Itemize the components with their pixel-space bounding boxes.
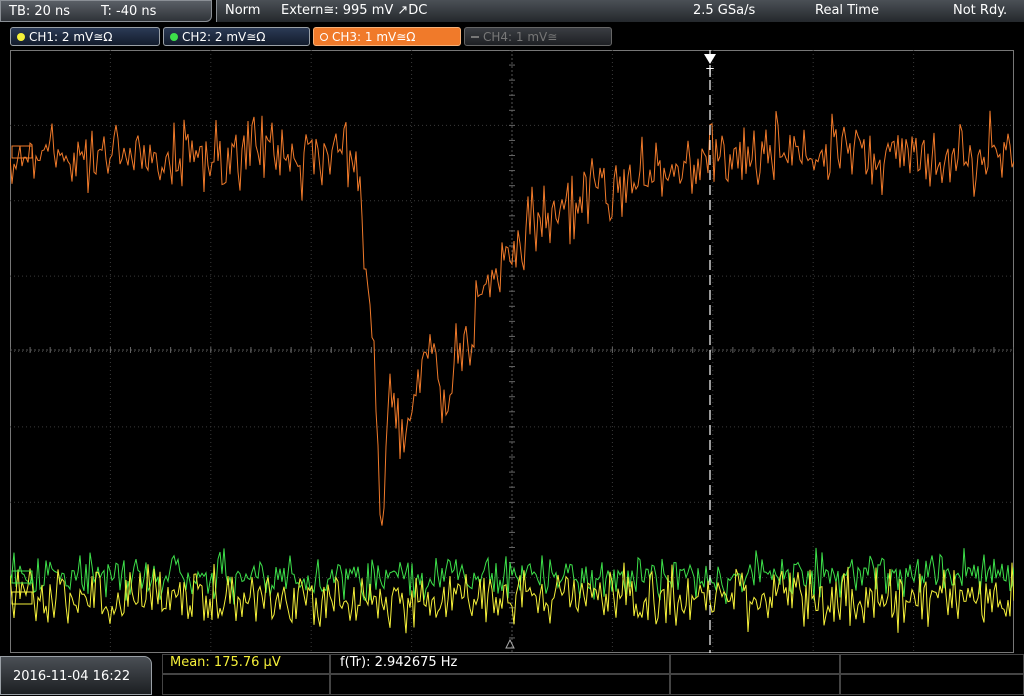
measurement-cell-empty-1[interactable]: [670, 654, 840, 674]
ch3-label: CH3: 1 mV≅Ω: [332, 30, 416, 44]
ch4-indicator-icon: [471, 36, 479, 38]
center-marker-icon: [505, 638, 515, 649]
trigger-position-icon[interactable]: [704, 54, 716, 64]
channel-tab-ch1[interactable]: CH1: 2 mV≅Ω: [10, 27, 160, 46]
channel-tab-ch4[interactable]: CH4: 1 mV≅: [464, 27, 612, 46]
timebase-scale: TB: 20 ns: [9, 4, 71, 19]
measurement-cell-empty-5[interactable]: [670, 674, 840, 695]
measurement-cell-empty-2[interactable]: [840, 654, 1024, 674]
acquisition-mode[interactable]: Real Time: [815, 0, 879, 22]
channel-tab-ch2[interactable]: CH2: 2 mV≅Ω: [163, 27, 310, 46]
measurement-cell-empty-4[interactable]: [330, 674, 670, 695]
measurement-grid: [162, 654, 1024, 695]
ch4-label: CH4: 1 mV≅: [483, 30, 558, 44]
trigger-marker-label: T: [705, 66, 714, 80]
top-status-bar: TB: 20 ns T: -40 ns Norm Extern≅: 995 mV…: [0, 0, 1024, 24]
measurement-cell-empty-3[interactable]: [162, 674, 330, 695]
waveform-canvas: T: [10, 50, 1014, 653]
measurement-cell-empty-6[interactable]: [840, 674, 1024, 695]
ch2-label: CH2: 2 mV≅Ω: [182, 30, 266, 44]
ch1-label: CH1: 2 mV≅Ω: [29, 30, 113, 44]
trigger-offset: T: -40 ns: [101, 4, 157, 19]
ch1-indicator-icon: [17, 33, 25, 41]
bottom-bar: 2016-11-04 16:22 Mean: 175.76 µV f(Tr): …: [0, 654, 1024, 695]
ch2-indicator-icon: [170, 33, 178, 41]
trigger-status: Not Rdy.: [953, 3, 1008, 18]
trigger-source[interactable]: Extern≅: 995 mV ↗DC: [281, 0, 427, 22]
channel-tab-ch3[interactable]: CH3: 1 mV≅Ω: [313, 27, 461, 46]
timebase-box[interactable]: TB: 20 ns T: -40 ns: [0, 0, 212, 22]
date-time: 2016-11-04 16:22: [0, 656, 152, 695]
mean-measurement: Mean: 175.76 µV: [170, 655, 281, 670]
trigger-mode[interactable]: Norm: [225, 0, 260, 22]
channel-tabs: CH1: 2 mV≅Ω CH2: 2 mV≅Ω CH3: 1 mV≅Ω CH4:…: [0, 26, 1024, 48]
ch3-indicator-icon: [320, 33, 328, 41]
sample-rate: 2.5 GSa/s: [693, 3, 756, 18]
trigger-bar[interactable]: Norm Extern≅: 995 mV ↗DC 2.5 GSa/s Real …: [216, 0, 1024, 22]
frequency-measurement: f(Tr): 2.942675 Hz: [340, 655, 458, 670]
